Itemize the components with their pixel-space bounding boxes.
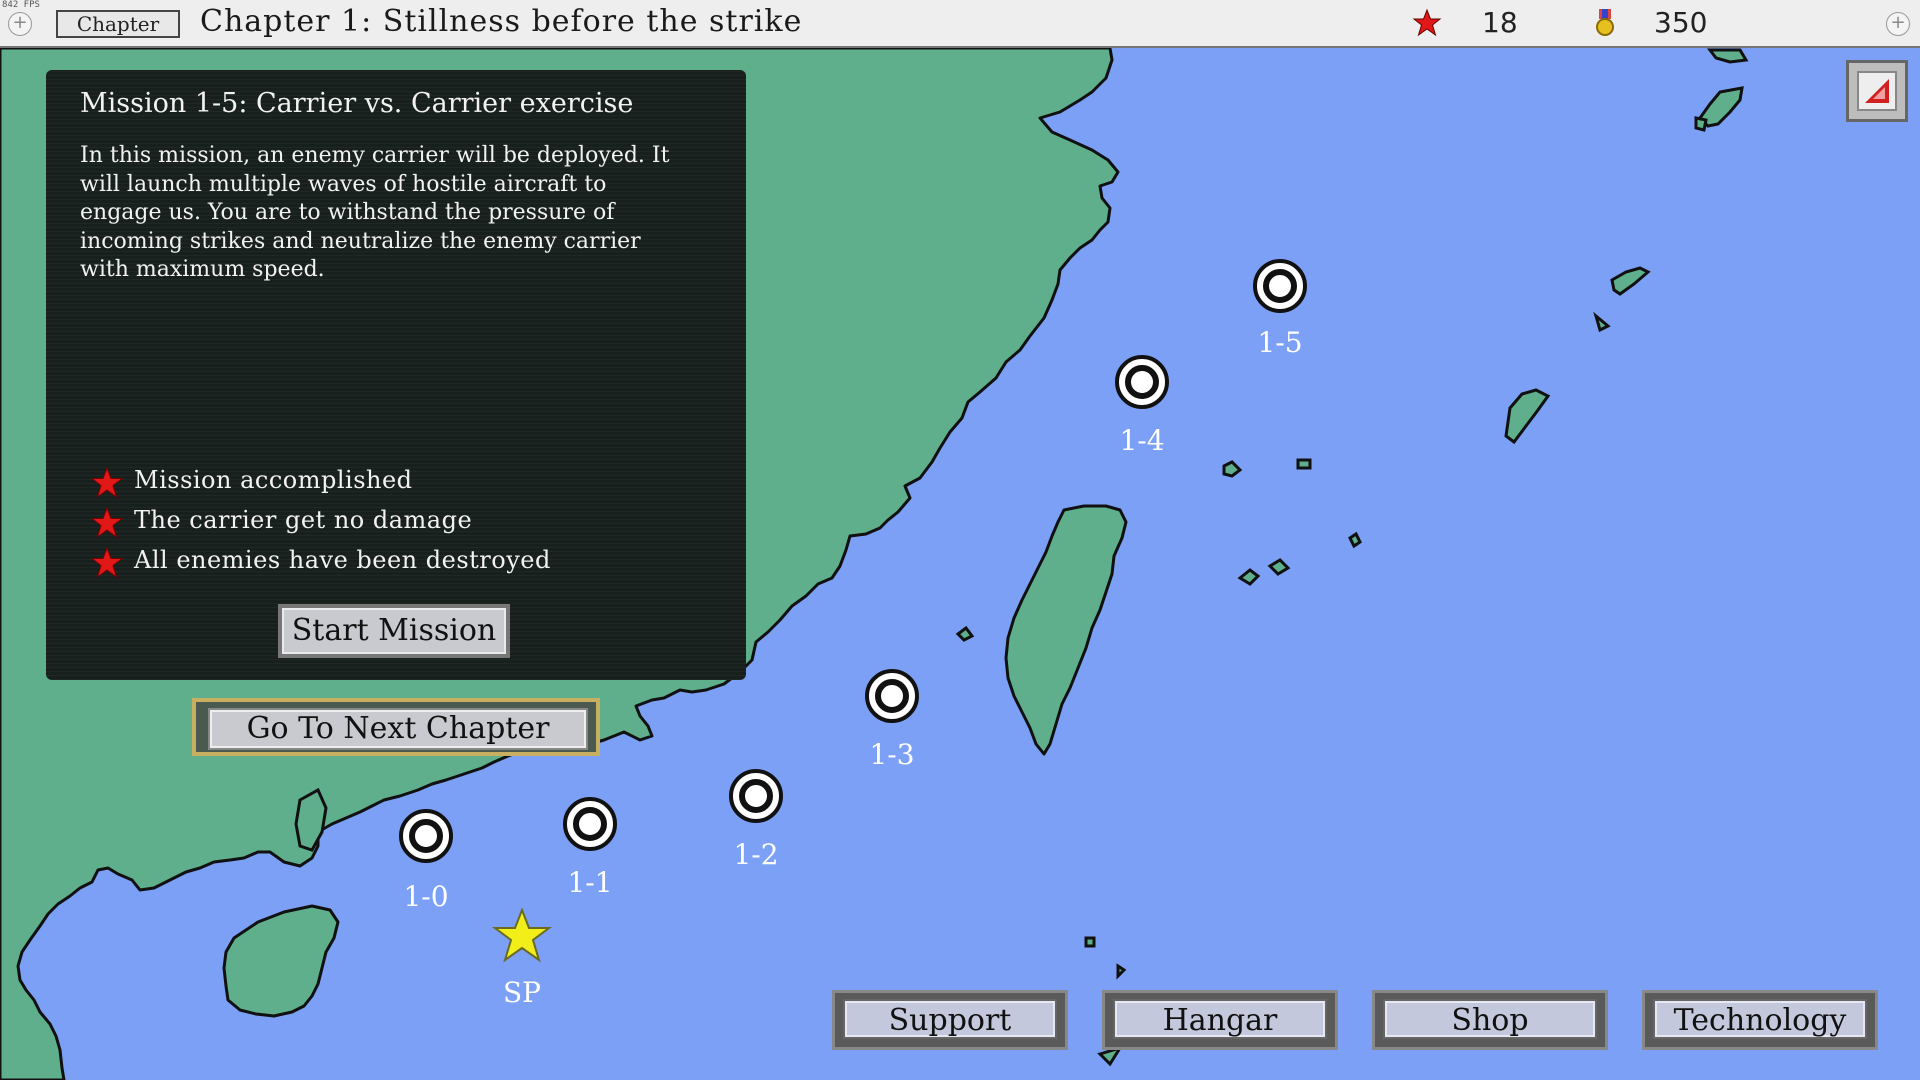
star-icon [90, 506, 124, 539]
hangar-button[interactable]: Hangar [1102, 990, 1338, 1050]
next-chapter-label: Go To Next Chapter [208, 708, 588, 750]
star-icon [90, 546, 124, 579]
fps-counter: 842 FPS [2, 0, 40, 10]
marker-label-1-3: 1-3 [869, 738, 915, 771]
plus-icon[interactable]: + [8, 12, 32, 36]
mission-node-icon[interactable] [728, 768, 784, 824]
technology-label: Technology [1653, 999, 1867, 1039]
shop-label: Shop [1383, 999, 1597, 1039]
mission-node-icon[interactable] [1252, 258, 1308, 314]
mission-node-icon[interactable] [562, 796, 618, 852]
support-label: Support [843, 999, 1057, 1039]
star-icon [1412, 8, 1442, 37]
mission-description: In this mission, an enemy carrier will b… [80, 143, 670, 282]
start-point-star-icon[interactable] [492, 908, 552, 964]
start-mission-button[interactable]: Start Mission [278, 604, 510, 658]
marker-label-1-1: 1-1 [567, 866, 613, 899]
marker-label-sp: SP [502, 976, 542, 1009]
chapter-button[interactable]: Chapter [56, 10, 180, 38]
stars-count: 18 [1482, 6, 1518, 39]
next-chapter-button[interactable]: Go To Next Chapter [192, 698, 600, 756]
objective-label: Mission accomplished [134, 466, 413, 494]
marker-label-1-4: 1-4 [1119, 424, 1165, 457]
corner-menu-button[interactable] [1846, 60, 1908, 122]
mission-node-icon[interactable] [1114, 354, 1170, 410]
medals-count: 350 [1654, 6, 1708, 39]
chapter-title: Chapter 1: Stillness before the strike [200, 4, 803, 39]
marker-label-1-0: 1-0 [403, 880, 449, 913]
plus-icon[interactable]: + [1886, 12, 1910, 36]
corner-menu-icon [1865, 79, 1889, 103]
mission-title: Mission 1-5: Carrier vs. Carrier exercis… [80, 88, 634, 119]
technology-button[interactable]: Technology [1642, 990, 1878, 1050]
marker-label-1-5: 1-5 [1257, 326, 1303, 359]
support-button[interactable]: Support [832, 990, 1068, 1050]
mission-node-icon[interactable] [398, 808, 454, 864]
top-bar: 842 FPS + Chapter Chapter 1: Stillness b… [0, 0, 1920, 48]
objective-label: All enemies have been destroyed [134, 546, 551, 574]
mission-node-icon[interactable] [864, 668, 920, 724]
shop-button[interactable]: Shop [1372, 990, 1608, 1050]
star-icon [90, 466, 124, 499]
medal-icon [1596, 9, 1614, 36]
hangar-label: Hangar [1113, 999, 1327, 1039]
mission-panel: Mission 1-5: Carrier vs. Carrier exercis… [46, 70, 746, 680]
marker-label-1-2: 1-2 [733, 838, 779, 871]
objective-label: The carrier get no damage [134, 506, 473, 534]
